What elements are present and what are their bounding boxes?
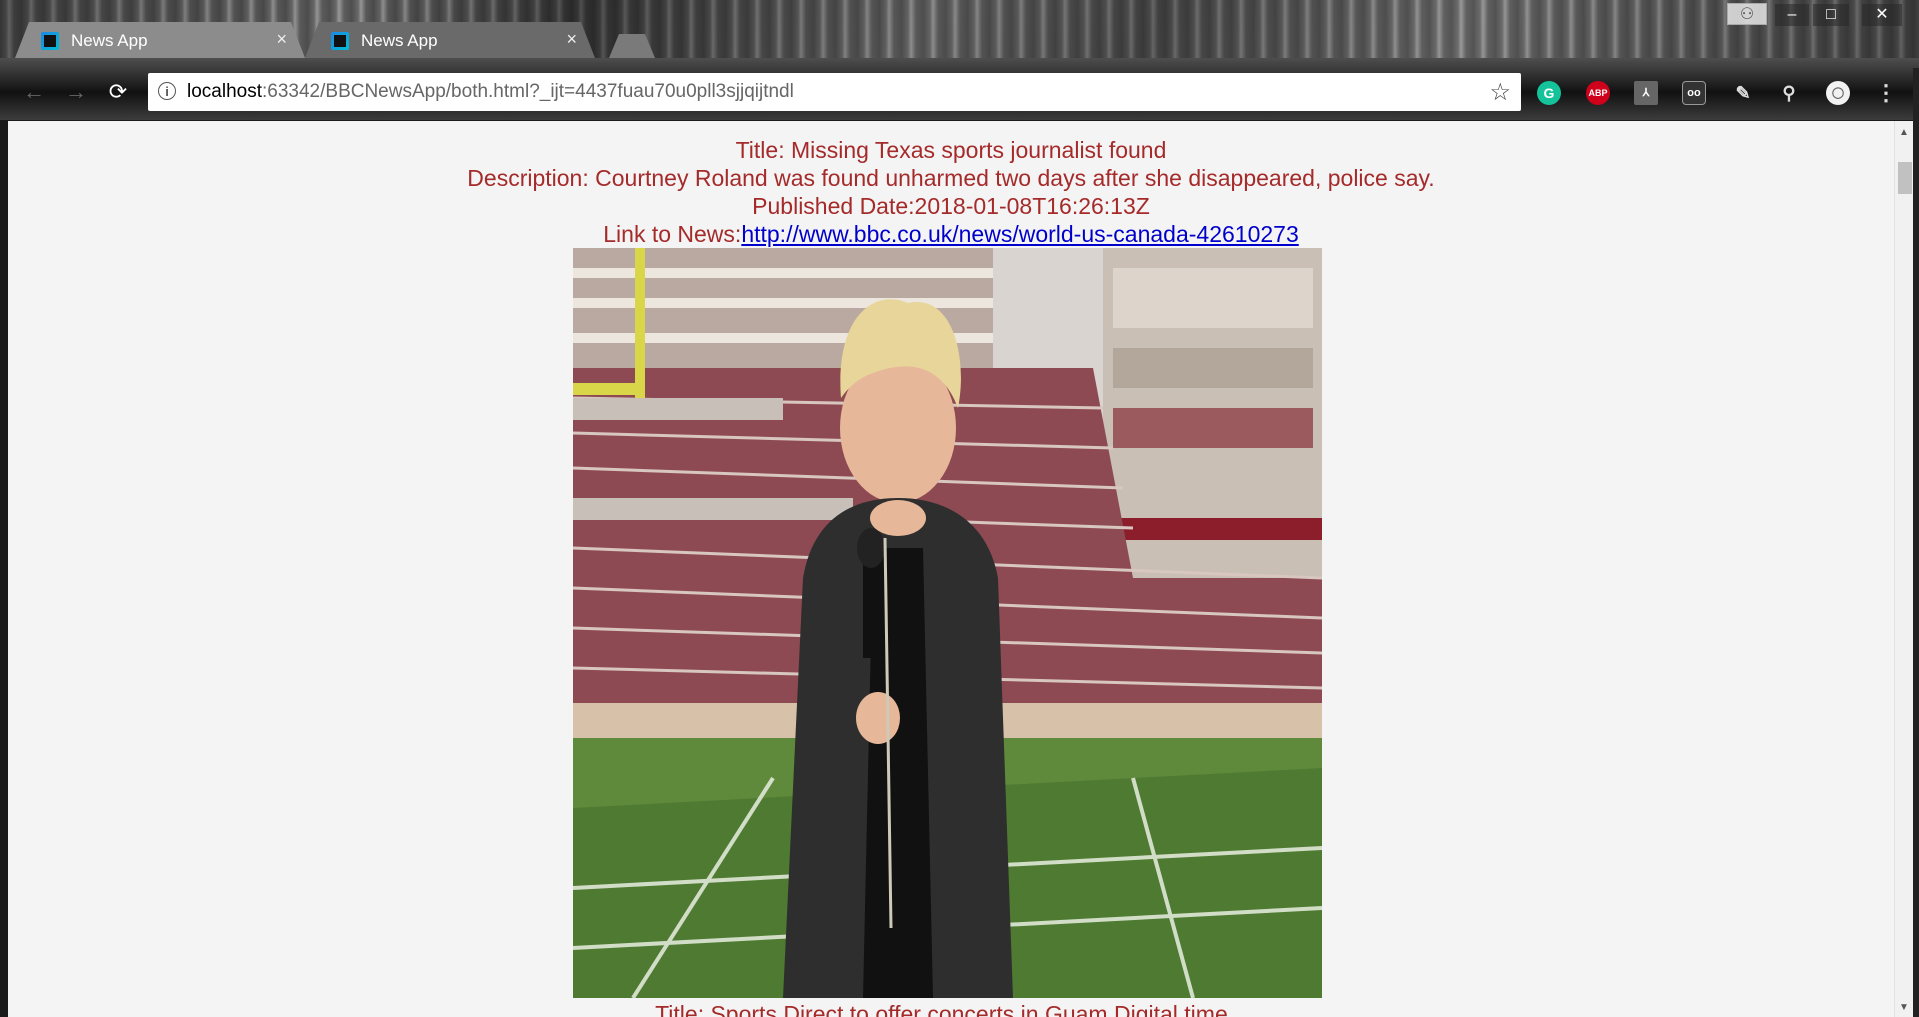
tab-title: News App: [71, 31, 148, 50]
reader-icon[interactable]: oo: [1682, 81, 1706, 105]
menu-icon[interactable]: ⋮: [1874, 81, 1898, 105]
window-frame: [1913, 68, 1919, 1017]
webstorm-icon: [331, 32, 349, 50]
scroll-down-icon[interactable]: ▼: [1899, 1002, 1909, 1013]
close-tab-icon[interactable]: ×: [566, 29, 577, 50]
pen-icon[interactable]: ✎: [1731, 81, 1755, 105]
webstorm-icon: [41, 32, 59, 50]
article-title: Title: Missing Texas sports journalist f…: [735, 137, 1167, 163]
reporter-in-stadium-photo: [573, 248, 1322, 998]
account-icon[interactable]: ◯: [1826, 81, 1850, 105]
maximize-button[interactable]: □: [1813, 4, 1849, 26]
tab-title: News App: [361, 31, 438, 50]
url-path: :63342/BBCNewsApp/both.html?_ijt=4437fua…: [262, 81, 794, 102]
article-description: Description: Courtney Roland was found u…: [467, 165, 1435, 191]
close-tab-icon[interactable]: ×: [276, 29, 287, 50]
article-link-row: Link to News:http://www.bbc.co.uk/news/w…: [8, 220, 1894, 248]
article-link[interactable]: http://www.bbc.co.uk/news/world-us-canad…: [741, 221, 1298, 247]
url-host: localhost: [187, 81, 262, 102]
scroll-up-icon[interactable]: ▲: [1899, 127, 1909, 138]
news-article: Title: Missing Texas sports journalist f…: [8, 136, 1894, 248]
article-image: [573, 248, 1322, 998]
minimize-button[interactable]: –: [1775, 4, 1809, 26]
bookmark-star-icon[interactable]: ☆: [1489, 78, 1511, 107]
search-icon[interactable]: ⚲: [1777, 81, 1801, 105]
browser-window: News App × News App × ⚇ – □ ✕ ← → ⟳ i lo…: [0, 0, 1919, 1017]
browser-toolbar: ← → ⟳ i localhost:63342/BBCNewsApp/both.…: [0, 58, 1919, 120]
article-published-date: Published Date:2018-01-08T16:26:13Z: [752, 193, 1150, 219]
close-window-button[interactable]: ✕: [1862, 4, 1902, 26]
url-text[interactable]: localhost:63342/BBCNewsApp/both.html?_ij…: [187, 81, 794, 103]
page-viewport: Title: Missing Texas sports journalist f…: [8, 121, 1894, 1017]
back-arrow-icon[interactable]: ←: [20, 78, 48, 106]
new-tab-button[interactable]: [609, 34, 655, 58]
article-link-label: Link to News:: [603, 221, 742, 247]
address-bar[interactable]: i localhost:63342/BBCNewsApp/both.html?_…: [148, 73, 1521, 111]
pdf-icon[interactable]: ⅄: [1634, 81, 1658, 105]
profile-icon[interactable]: ⚇: [1727, 3, 1767, 25]
next-article-title: Title: Sports Direct to offer concerts i…: [655, 1001, 1247, 1017]
tab-news-app-2[interactable]: News App ×: [305, 22, 595, 58]
scroll-thumb[interactable]: [1898, 162, 1912, 194]
tab-news-app-1[interactable]: News App ×: [15, 22, 305, 58]
grammarly-icon[interactable]: G: [1537, 81, 1561, 105]
forward-arrow-icon[interactable]: →: [62, 78, 90, 106]
page-scrollbar[interactable]: ▲ ▼: [1894, 121, 1914, 1017]
adblock-plus-icon[interactable]: ABP: [1586, 81, 1610, 105]
reload-icon[interactable]: ⟳: [104, 78, 132, 106]
info-icon[interactable]: i: [158, 82, 176, 100]
